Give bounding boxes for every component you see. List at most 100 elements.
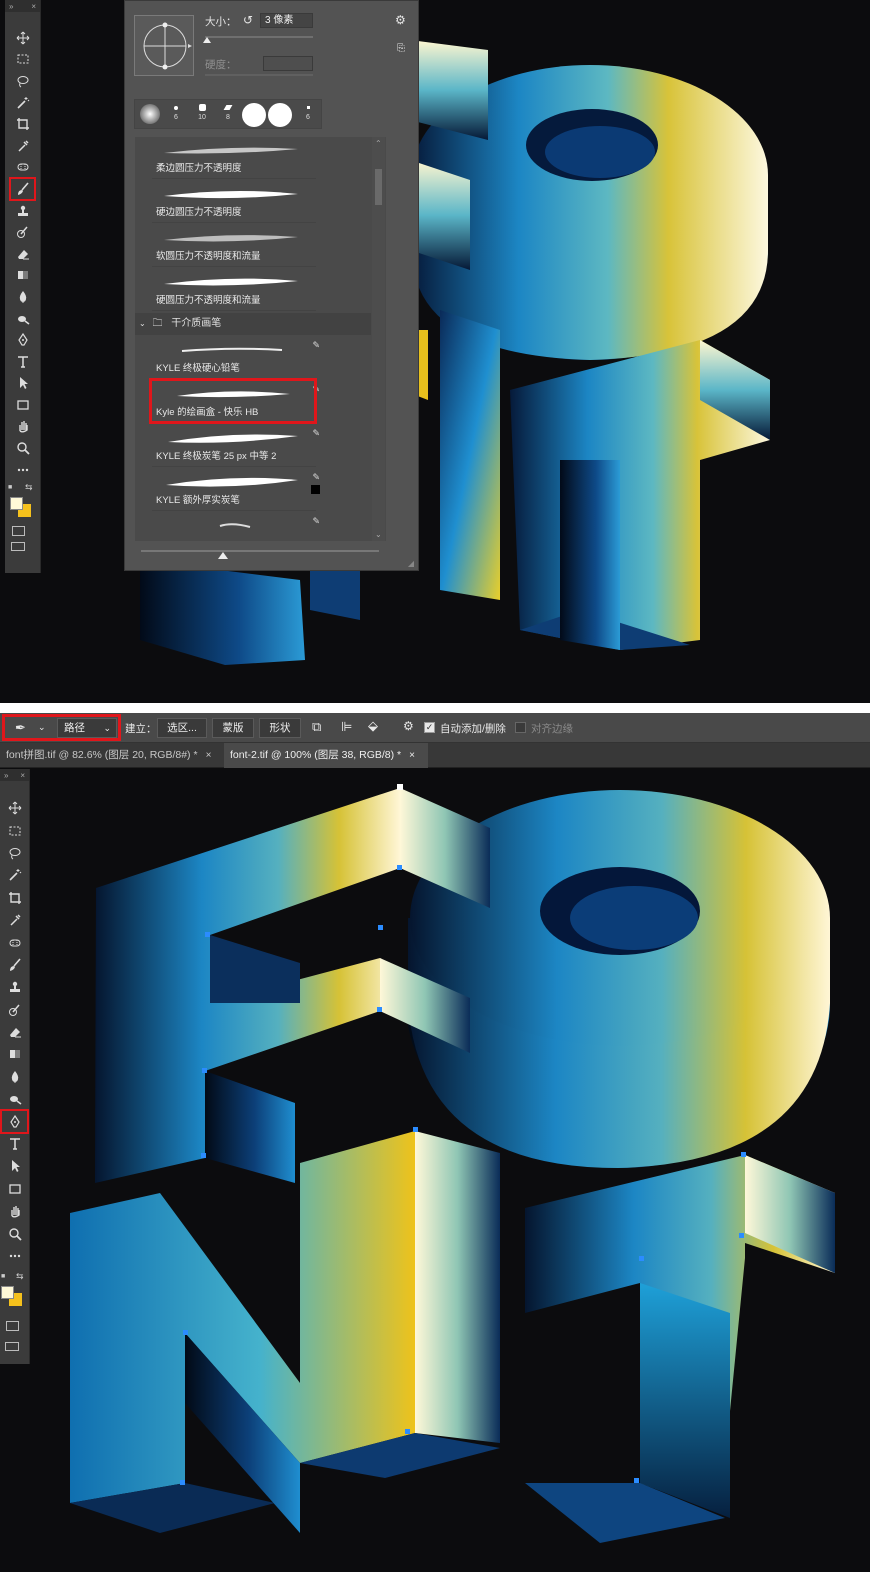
history-brush-tool[interactable] bbox=[5, 221, 40, 243]
tab-document-2[interactable]: font-2.tif @ 100% (图层 38, RGB/8) * × bbox=[224, 743, 428, 768]
move-tool[interactable] bbox=[5, 27, 40, 49]
foreground-color-swatch[interactable] bbox=[1, 1286, 14, 1300]
screen-mode-icon[interactable] bbox=[5, 1342, 19, 1352]
brush-item[interactable]: KYLE 终极炭笔 25 px 中等 2 ✎ bbox=[152, 425, 320, 467]
marquee-tool[interactable] bbox=[5, 49, 40, 71]
size-slider[interactable] bbox=[205, 36, 313, 38]
path-arrangement-icon[interactable]: ⬙ bbox=[368, 718, 378, 734]
preset-1[interactable]: 6 bbox=[165, 100, 187, 130]
brush-item[interactable]: 软圆压力不透明度和流量 bbox=[152, 225, 316, 267]
more-tools[interactable] bbox=[0, 1245, 29, 1267]
pen-tool[interactable] bbox=[5, 329, 40, 351]
magic-wand-tool[interactable] bbox=[0, 864, 29, 886]
brush-tool[interactable] bbox=[0, 954, 29, 976]
lasso-tool[interactable] bbox=[0, 842, 29, 864]
crop-tool[interactable] bbox=[5, 113, 40, 135]
brush-item[interactable]: 柔边圆压力不透明度 bbox=[152, 137, 316, 179]
size-input[interactable]: 3 像素 bbox=[260, 13, 313, 28]
auto-add-delete-checkbox[interactable]: ✓ bbox=[424, 722, 435, 733]
zoom-icon bbox=[16, 442, 30, 455]
more-tools[interactable] bbox=[5, 459, 40, 481]
clone-stamp-tool[interactable] bbox=[5, 200, 40, 222]
preset-6[interactable]: 6 bbox=[297, 100, 319, 130]
path-alignment-icon[interactable]: ⊫ bbox=[341, 719, 352, 735]
rectangle-icon bbox=[16, 400, 29, 410]
hand-tool[interactable] bbox=[5, 416, 40, 438]
rectangle-tool[interactable] bbox=[5, 394, 40, 416]
size-slider-handle[interactable] bbox=[203, 37, 211, 43]
brush-item[interactable]: KYLE 额外厚实炭笔 ✎ bbox=[152, 469, 320, 511]
brush-group-dry-media[interactable]: ⌄ 🗀 干介质画笔 bbox=[135, 313, 371, 335]
preview-size-slider[interactable] bbox=[141, 550, 379, 552]
zoom-tool[interactable] bbox=[5, 437, 40, 459]
pen-tool[interactable] bbox=[0, 1109, 29, 1134]
tab-document-1[interactable]: font拼图.tif @ 82.6% (图层 20, RGB/8#) * × bbox=[0, 743, 222, 768]
history-brush-tool[interactable] bbox=[0, 999, 29, 1021]
preset-2[interactable]: 10 bbox=[191, 100, 213, 130]
stamp-icon bbox=[9, 982, 20, 993]
zoom-tool[interactable] bbox=[0, 1222, 29, 1244]
foreground-color-swatch[interactable] bbox=[10, 497, 23, 511]
make-shape-button[interactable]: 形状 bbox=[259, 718, 301, 738]
gradient-tool[interactable] bbox=[5, 265, 40, 287]
dodge-tool[interactable] bbox=[0, 1088, 29, 1110]
brush-item[interactable]: ✎ bbox=[152, 513, 320, 541]
panel-grip[interactable]: » × bbox=[5, 0, 40, 12]
brush-preset-picker: 大小： ↺ 3 像素 硬度： ⚙ ⎘ 6 10 8 6 柔边圆压力不透明度 硬边… bbox=[124, 0, 419, 571]
preset-3[interactable]: 8 bbox=[217, 100, 239, 130]
panel-grip[interactable]: » × bbox=[0, 769, 29, 781]
move-icon bbox=[16, 31, 29, 45]
crop-tool[interactable] bbox=[0, 887, 29, 909]
dodge-tool[interactable] bbox=[5, 308, 40, 330]
preview-size-handle[interactable] bbox=[218, 552, 228, 559]
gear-icon[interactable]: ⚙ bbox=[403, 719, 414, 733]
hand-icon bbox=[18, 421, 28, 433]
resize-grip-icon[interactable]: ◢ bbox=[408, 559, 414, 568]
screen-mode-icon[interactable] bbox=[11, 542, 25, 552]
hand-tool[interactable] bbox=[0, 1200, 29, 1222]
brush-tool[interactable] bbox=[9, 177, 36, 201]
clone-stamp-tool[interactable] bbox=[0, 976, 29, 998]
eraser-tool[interactable] bbox=[5, 243, 40, 265]
arrow-icon bbox=[19, 377, 28, 390]
path-select-tool[interactable] bbox=[5, 373, 40, 395]
brush-angle-preview[interactable] bbox=[134, 15, 194, 76]
preset-soft-round[interactable] bbox=[139, 100, 161, 130]
scroll-up-icon: ⌃ bbox=[375, 139, 382, 148]
brush-item[interactable]: KYLE 终极硬心铅笔 ✎ bbox=[152, 337, 320, 379]
gear-icon[interactable]: ⚙ bbox=[395, 13, 406, 27]
path-select-tool[interactable] bbox=[0, 1155, 29, 1177]
brush-item[interactable]: 硬圆压力不透明度和流量 bbox=[152, 269, 316, 311]
magic-wand-tool[interactable] bbox=[5, 92, 40, 114]
healing-tool[interactable] bbox=[5, 157, 40, 179]
make-mask-button[interactable]: 蒙版 bbox=[212, 718, 254, 738]
scroll-thumb[interactable] bbox=[375, 169, 382, 205]
color-swatches[interactable]: ■ ⇆ bbox=[5, 480, 40, 552]
crop-icon bbox=[16, 118, 29, 131]
gradient-tool[interactable] bbox=[0, 1043, 29, 1065]
new-preset-icon[interactable]: ⎘ bbox=[397, 43, 405, 54]
rectangle-tool[interactable] bbox=[0, 1178, 29, 1200]
color-swatches[interactable]: ■ ⇆ bbox=[0, 1267, 29, 1357]
eraser-tool[interactable] bbox=[0, 1021, 29, 1043]
move-tool[interactable] bbox=[0, 797, 29, 819]
path-operations-icon[interactable]: ⧉ bbox=[312, 719, 321, 735]
blur-tool[interactable] bbox=[5, 286, 40, 308]
healing-tool[interactable] bbox=[0, 931, 29, 953]
make-selection-button[interactable]: 选区... bbox=[157, 718, 207, 738]
brush-item[interactable]: 硬边圆压力不透明度 bbox=[152, 181, 316, 223]
reset-size-icon[interactable]: ↺ bbox=[243, 13, 253, 27]
preset-hard-round-1[interactable] bbox=[241, 100, 267, 130]
quick-mask-icon[interactable] bbox=[12, 526, 25, 537]
type-tool[interactable] bbox=[5, 351, 40, 373]
eyedropper-tool[interactable] bbox=[0, 909, 29, 931]
type-tool[interactable] bbox=[0, 1133, 29, 1155]
marquee-tool[interactable] bbox=[0, 819, 29, 841]
preset-hard-round-2[interactable] bbox=[267, 100, 293, 130]
brush-list-scrollbar[interactable]: ⌃ ⌄ bbox=[372, 137, 385, 541]
pen-icon bbox=[17, 333, 28, 346]
blur-tool[interactable] bbox=[0, 1066, 29, 1088]
lasso-tool[interactable] bbox=[5, 70, 40, 92]
quick-mask-icon[interactable] bbox=[6, 1321, 19, 1332]
eyedropper-tool[interactable] bbox=[5, 135, 40, 157]
